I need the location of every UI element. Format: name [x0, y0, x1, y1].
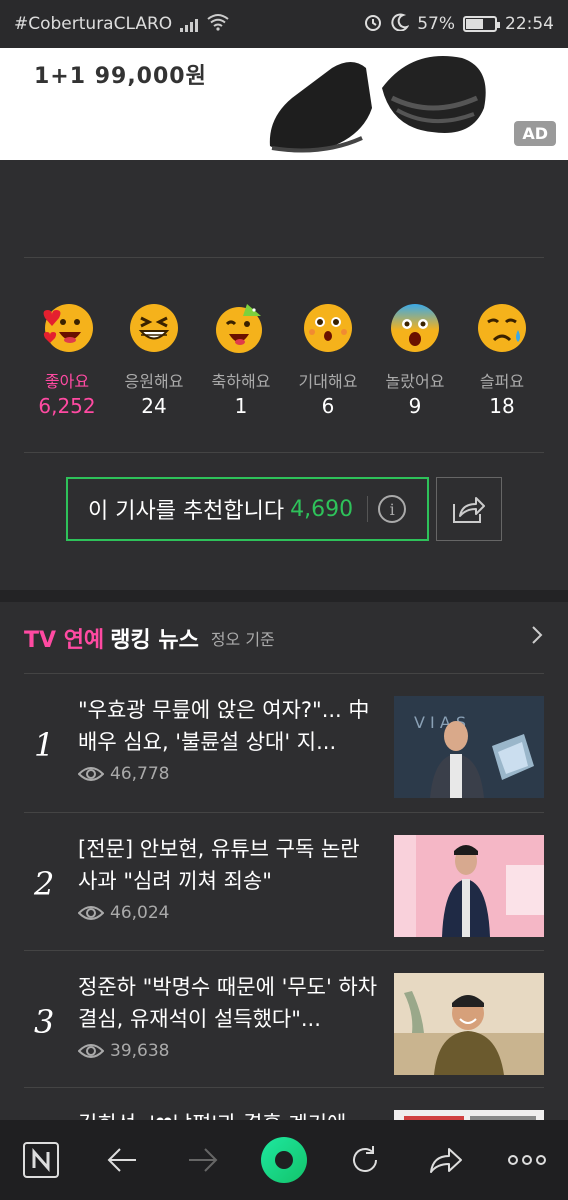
refresh-button[interactable] — [335, 1130, 395, 1190]
alarm-icon — [363, 12, 383, 37]
reaction-shock[interactable]: 놀랐어요 9 — [370, 300, 460, 418]
eye-icon — [78, 1044, 104, 1058]
shock-icon — [391, 304, 439, 352]
battery-icon — [463, 16, 500, 32]
rank-number: 2 — [34, 865, 55, 903]
party-icon — [216, 304, 262, 353]
eye-icon — [78, 906, 104, 920]
carrier-name: #CoberturaCLARO — [14, 14, 173, 34]
article-thumbnail: V I A S — [394, 696, 544, 798]
share-nav-button[interactable] — [416, 1130, 476, 1190]
back-button[interactable] — [92, 1130, 152, 1190]
surprise-icon — [304, 304, 352, 352]
forward-button[interactable] — [173, 1130, 233, 1190]
ranking-subtitle: 정오 기준 — [210, 630, 275, 649]
wifi-icon — [206, 13, 230, 36]
share-button[interactable] — [436, 477, 502, 541]
arrow-right-icon — [188, 1148, 218, 1172]
article-thumbnail — [394, 835, 544, 937]
ranking-header[interactable]: TV 연예 랭킹 뉴스 정오 기준 — [24, 622, 544, 654]
view-count: 46,024 — [78, 903, 169, 923]
ranking-item[interactable]: 1 "우효광 무릎에 앉은 여자?"... 中 배우 심요, '불륜설 상대' … — [24, 673, 544, 811]
reaction-bar: 좋아요 6,252 응원해요 24 축하해요 1 기대해요 6 놀랐어요 9 슬… — [0, 300, 568, 420]
share-icon — [453, 497, 485, 523]
shoe-image — [269, 56, 486, 153]
view-count: 46,778 — [78, 764, 169, 784]
article-title: 정준하 "박명수 때문에 '무도' 하차 결심, 유재석이 설득했다"... — [78, 975, 378, 1031]
divider — [24, 452, 544, 453]
arrow-left-icon — [107, 1148, 136, 1172]
reaction-cheer[interactable]: 응원해요 24 — [109, 300, 199, 418]
more-button[interactable] — [497, 1130, 557, 1190]
ranking-item[interactable]: 2 [전문] 안보현, 유튜브 구독 논란 사과 "심려 끼쳐 죄송" 46,0… — [24, 812, 544, 950]
naver-n-icon — [22, 1142, 59, 1178]
signal-icon — [180, 16, 199, 32]
green-dot-button[interactable] — [254, 1130, 314, 1190]
ranking-item[interactable]: 3 정준하 "박명수 때문에 '무도' 하차 결심, 유재석이 설득했다"...… — [24, 950, 544, 1088]
article-title: "우효광 무릎에 앉은 여자?"... 中 배우 심요, '불륜설 상대' 지.… — [78, 698, 370, 754]
laugh-icon — [130, 304, 178, 352]
divider — [24, 257, 544, 258]
reaction-sad[interactable]: 슬퍼요 18 — [457, 300, 547, 418]
status-bar: #CoberturaCLARO 57% 22:54 — [0, 0, 568, 48]
rank-number: 1 — [34, 726, 55, 764]
reaction-expect[interactable]: 기대해요 6 — [283, 300, 373, 418]
article-title: [전문] 안보현, 유튜브 구독 논란 사과 "심려 끼쳐 죄송" — [78, 837, 360, 893]
rank-number: 3 — [34, 1003, 55, 1041]
sad-icon — [478, 304, 526, 352]
recommend-label: 이 기사를 추천합니다 — [88, 499, 285, 524]
moon-icon — [391, 13, 410, 36]
section-gap — [0, 590, 568, 602]
ranking-title-category: TV 연예 — [24, 628, 105, 653]
bottom-navigation — [0, 1120, 568, 1200]
chevron-right-icon[interactable] — [530, 624, 544, 652]
green-dot-icon — [260, 1137, 307, 1183]
recommend-button[interactable]: 이 기사를 추천합니다 4,690 i — [66, 477, 429, 541]
reaction-congrats[interactable]: 축하해요 1 — [196, 300, 286, 418]
clock: 22:54 — [505, 14, 554, 34]
ranking-title: 랭킹 뉴스 — [110, 628, 199, 653]
naver-home-button[interactable] — [11, 1130, 71, 1190]
info-icon[interactable]: i — [378, 495, 407, 523]
recommend-count: 4,690 — [290, 496, 354, 522]
separator — [367, 496, 369, 522]
reaction-like[interactable]: 좋아요 6,252 — [22, 300, 112, 418]
ad-price: 1+1 99,000원 — [34, 64, 207, 89]
view-count: 39,638 — [78, 1041, 169, 1061]
ad-badge: AD — [514, 121, 556, 146]
battery-percent: 57% — [417, 14, 455, 34]
refresh-icon — [353, 1146, 378, 1172]
share-arrow-icon — [430, 1148, 463, 1173]
eye-icon — [78, 767, 104, 781]
heart-face-icon — [43, 304, 93, 352]
ad-banner[interactable]: 1+1 99,000원 AD — [0, 48, 568, 160]
more-dots-icon — [508, 1155, 547, 1165]
article-thumbnail — [394, 973, 544, 1075]
